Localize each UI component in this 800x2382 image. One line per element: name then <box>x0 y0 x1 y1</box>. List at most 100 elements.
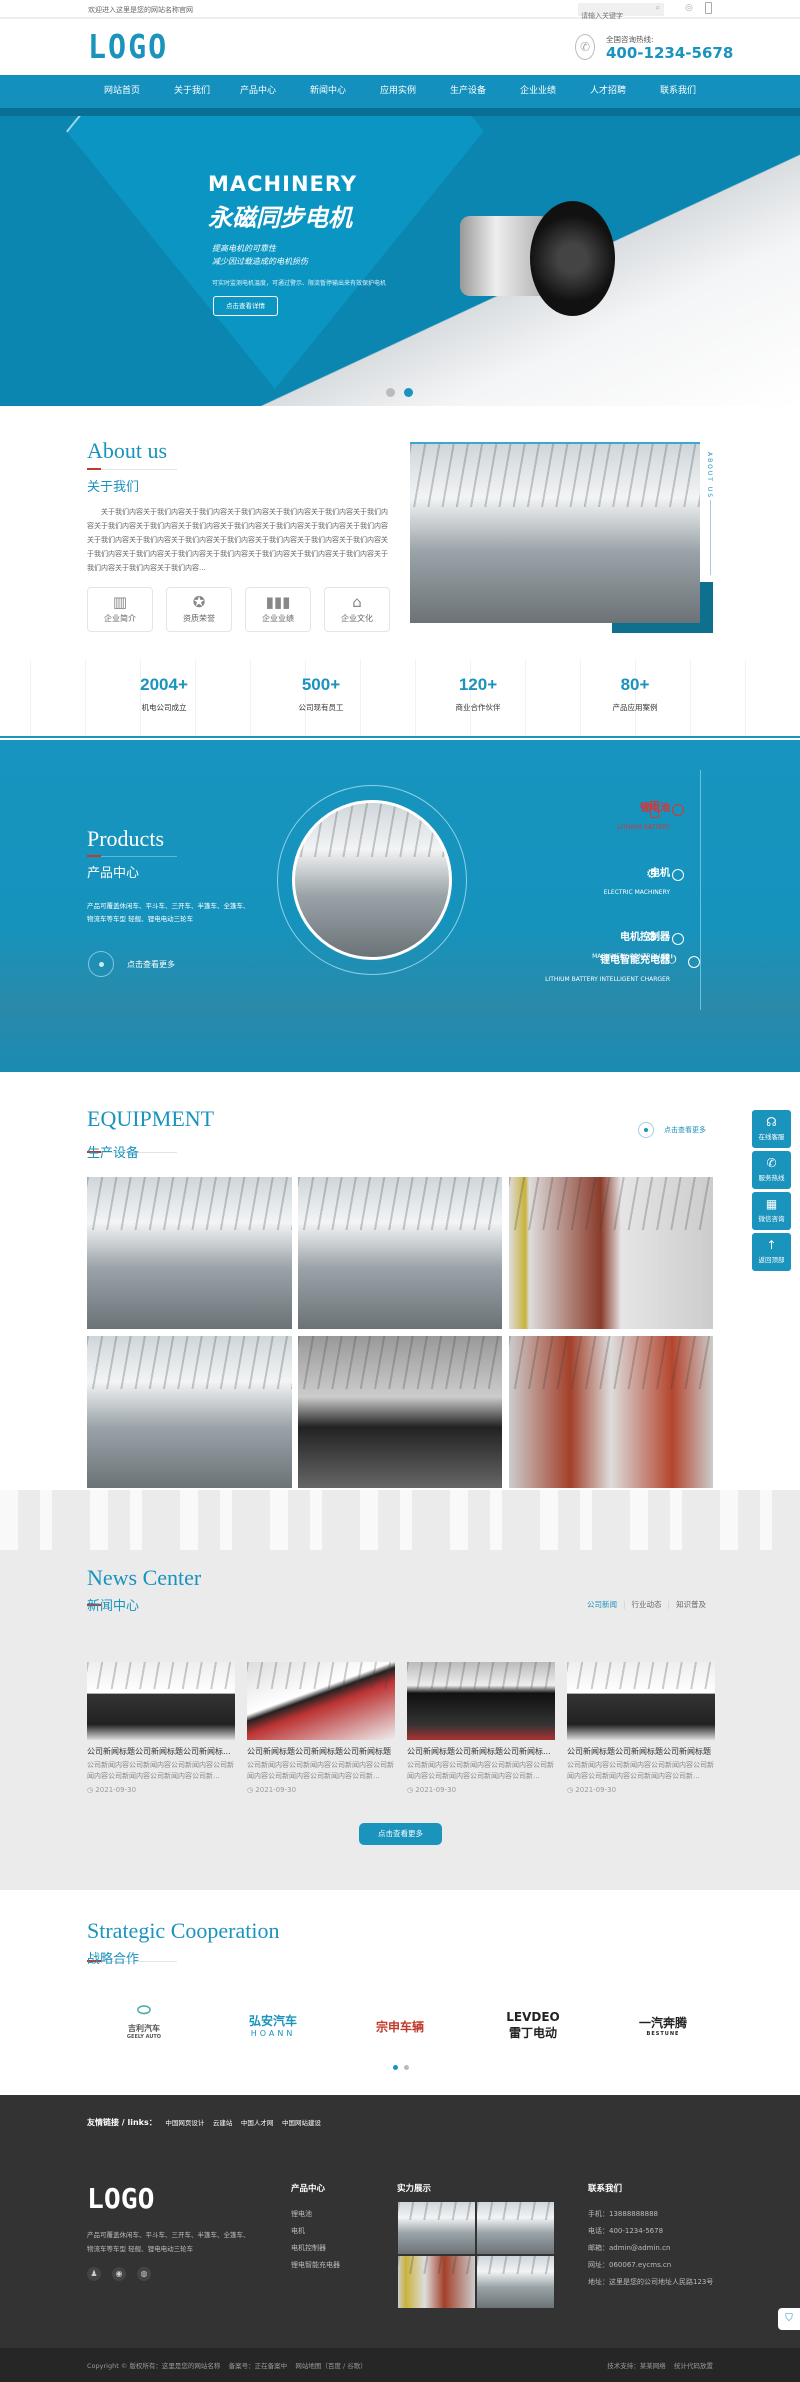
contact-website[interactable]: 网址：060067.eycms.cn <box>588 2257 713 2274</box>
partner-dot-1[interactable] <box>393 2065 398 2070</box>
banner-title-cn: 永磁同步电机 <box>208 204 352 232</box>
footer-products: 产品中心 锂电池 电机 电机控制器 锂电智能充电器 <box>291 2182 340 2274</box>
nav-cases[interactable]: 应用实例 <box>368 75 428 108</box>
clock-icon: ◷ <box>407 1786 414 1794</box>
security-badge-icon[interactable]: ⛉ <box>778 2308 800 2330</box>
banner-detail-button[interactable]: 点击查看详情 <box>213 296 278 316</box>
phone-icon: ✆ <box>575 34 595 60</box>
partners-title-en: Strategic Cooperation <box>87 1918 280 1943</box>
search-icon[interactable]: ⌕ <box>656 3 660 13</box>
about-title-en: About us <box>87 438 168 463</box>
product-charger[interactable]: 锂电智能充电器 LITHIUM BATTERY INTELLIGENT CHARG… <box>534 951 700 985</box>
equipment-image-2[interactable] <box>298 1177 502 1329</box>
contact-phone: 电话：400-1234-5678 <box>588 2227 664 2235</box>
side-online-service[interactable]: ☊ 在线客服 <box>752 1110 791 1148</box>
contact-mobile: 手机：13888888888 <box>588 2210 658 2218</box>
showcase-image-3[interactable] <box>398 2256 475 2308</box>
footer-product-link[interactable]: 锂电智能充电器 <box>291 2257 340 2274</box>
stat-partners: 120+ 商业合作伙伴 <box>455 675 501 712</box>
about-link-performance[interactable]: ▮▮▮ 企业业绩 <box>245 587 311 632</box>
side-back-to-top[interactable]: ↑ 返回顶部 <box>752 1233 791 1271</box>
news-card-2[interactable]: 公司新闻标题公司新闻标题公司新闻标题 公司新闻内容公司新闻内容公司新闻内容公司新闻… <box>247 1662 395 1794</box>
contact-address: 地址：这里是您的公司地址人民路123号 <box>588 2278 714 2286</box>
search-input[interactable] <box>578 10 648 23</box>
header-logo[interactable]: LOGO <box>88 28 168 67</box>
equipment-image-4[interactable] <box>87 1336 292 1488</box>
about-link-culture[interactable]: ⌂ 企业文化 <box>324 587 390 632</box>
news-more-button[interactable]: 点击查看更多 <box>359 1823 442 1845</box>
weibo-icon[interactable]: ◉ <box>112 2267 126 2281</box>
news-card-3[interactable]: 公司新闻标题公司新闻标题公司新闻标... 公司新闻内容公司新闻内容公司新闻内容公司… <box>407 1662 555 1794</box>
nav-about[interactable]: 关于我们 <box>162 75 222 108</box>
equipment-more-label[interactable]: 点击查看更多 <box>664 1125 706 1135</box>
nav-performance[interactable]: 企业业绩 <box>508 75 568 108</box>
friend-link[interactable]: 中国网页设计 <box>165 2119 204 2127</box>
wechat-icon[interactable]: ◍ <box>137 2267 151 2281</box>
nav-news[interactable]: 新闻中心 <box>298 75 358 108</box>
culture-icon: ⌂ <box>352 593 362 611</box>
products-title-cn: 产品中心 <box>87 866 140 881</box>
friend-link[interactable]: 云建站 <box>213 2119 233 2127</box>
news-title-cn: 新闻中心 <box>87 1599 140 1614</box>
products-more-label[interactable]: 点击查看更多 <box>127 959 175 970</box>
showcase-image-2[interactable] <box>477 2202 554 2254</box>
contact-email[interactable]: 邮箱：admin@admin.cn <box>588 2240 713 2257</box>
about-link-honor[interactable]: ✪ 资质荣誉 <box>166 587 232 632</box>
side-hotline[interactable]: ✆ 服务热线 <box>752 1151 791 1189</box>
news-tab-industry[interactable]: 行业动态 <box>632 1600 662 1609</box>
about-link-intro[interactable]: ▥ 企业简介 <box>87 587 153 632</box>
equipment-title-en: EQUIPMENT <box>87 1106 215 1131</box>
partner-logo-zongshen[interactable]: 宗申车辆 <box>345 2000 455 2050</box>
footer-desc: 产品可覆盖休闲车、平斗车、三开车、半篷车、全篷车、物流车等车型 轻舰、锂电电动三… <box>87 2231 250 2253</box>
equipment-image-5[interactable] <box>298 1336 502 1488</box>
nav-contact[interactable]: 联系我们 <box>648 75 708 108</box>
partner-dot-2[interactable] <box>404 2065 409 2070</box>
news-card-1[interactable]: 公司新闻标题公司新闻标题公司新闻标... 公司新闻内容公司新闻内容公司新闻内容公司… <box>87 1662 235 1794</box>
showcase-image-4[interactable] <box>477 2256 554 2308</box>
news-tab-company[interactable]: 公司新闻 <box>587 1600 617 1609</box>
product-lithium-battery[interactable]: 锂电池 LITHIUM BATTERY <box>560 799 684 833</box>
slide-dot-2[interactable] <box>404 388 413 397</box>
nav-home[interactable]: 网站首页 <box>92 75 152 108</box>
news-tab-knowledge[interactable]: 知识普及 <box>676 1600 706 1609</box>
products-more-button[interactable] <box>88 951 114 977</box>
nav-equipment[interactable]: 生产设备 <box>438 75 498 108</box>
motor-image <box>455 181 640 326</box>
banner-line1: 提高电机的可靠性 <box>212 244 276 253</box>
side-wechat[interactable]: ▦ 微信咨询 <box>752 1192 791 1230</box>
products-desc: 产品可覆盖休闲车、平斗车、三开车、半篷车、全篷车、物流车等车型 轻舰、锂电电动三… <box>87 902 250 923</box>
equipment-more-button[interactable] <box>638 1122 654 1138</box>
equipment-image-1[interactable] <box>87 1177 292 1329</box>
footer-product-link[interactable]: 电机 <box>291 2223 340 2240</box>
hero-banner: MACHINERY 永磁同步电机 提高电机的可靠性 减少因过载造成的电机损伤 可… <box>0 116 800 406</box>
footer: 友情链接 / links： 中国网页设计 云建站 中国人才网 中国网站建设 LO… <box>0 2095 800 2348</box>
partner-logo-bestune[interactable]: 一汽奔腾 BESTUNE <box>608 2000 718 2050</box>
footer-product-link[interactable]: 锂电池 <box>291 2206 340 2223</box>
equipment-image-3[interactable] <box>509 1177 713 1329</box>
search-box[interactable]: ⌕ <box>578 3 664 23</box>
footer-product-link[interactable]: 电机控制器 <box>291 2240 340 2257</box>
friend-link[interactable]: 中国人才网 <box>241 2119 274 2127</box>
partner-logo-geely[interactable]: ⬭ 吉利汽车 GEELY AUTO <box>89 2000 199 2050</box>
slide-dot-1[interactable] <box>386 388 395 397</box>
news-card-4[interactable]: 公司新闻标题公司新闻标题公司新闻标题 公司新闻内容公司新闻内容公司新闻内容公司新闻… <box>567 1662 715 1794</box>
qq-icon[interactable]: ♟ <box>87 2267 101 2281</box>
bar-chart-icon: ▮▮▮ <box>265 593 291 611</box>
news-title-en: News Center <box>87 1565 202 1590</box>
partner-logo-levdeo[interactable]: LEVDEO 雷丁电动 <box>478 2000 588 2050</box>
medal-icon: ✪ <box>192 593 206 611</box>
footer-logo: LOGO <box>87 2182 155 2215</box>
wechat-icon[interactable]: ◎ <box>685 3 693 13</box>
stat-founded: 2004+ 机电公司成立 <box>140 675 188 712</box>
nav-products[interactable]: 产品中心 <box>228 75 288 108</box>
showcase-image-1[interactable] <box>398 2202 475 2254</box>
mobile-icon[interactable] <box>705 2 712 14</box>
partner-logo-hoann[interactable]: 弘安汽车 HOANN <box>218 2000 328 2050</box>
product-electric-machinery[interactable]: 电机 ELECTRIC MACHINERY ⚙ <box>560 864 684 898</box>
about-factory-image <box>410 442 700 623</box>
friend-link[interactable]: 中国网站建设 <box>282 2119 321 2127</box>
nav-jobs[interactable]: 人才招聘 <box>578 75 638 108</box>
clock-icon: ◷ <box>247 1786 254 1794</box>
equipment-image-6[interactable] <box>509 1336 713 1488</box>
footer-bottom: Copyright © 版权所有：这里是您的网站名称 备案号：正在备案中 网站地… <box>0 2348 800 2382</box>
